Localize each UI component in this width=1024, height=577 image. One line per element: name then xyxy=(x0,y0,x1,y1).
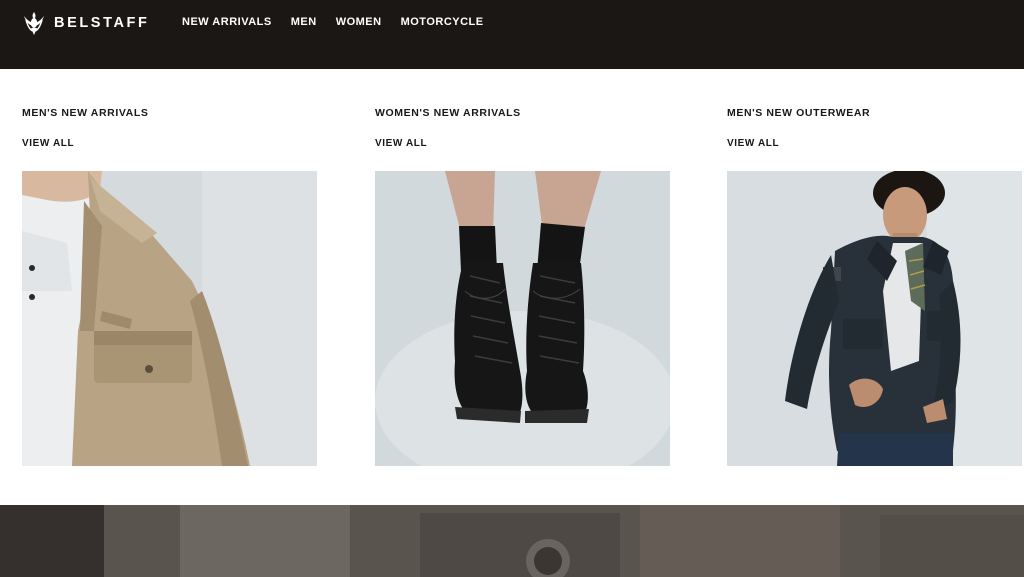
men-overshirt-photo[interactable] xyxy=(22,171,317,466)
nav-motorcycle[interactable]: MOTORCYCLE xyxy=(401,15,484,29)
hero-banner-image xyxy=(0,505,1024,577)
new-arrivals-mega-menu: MEN'S NEW ARRIVALS VIEW ALL WOMEN'S NEW … xyxy=(0,69,1024,505)
column-title: MEN'S NEW OUTERWEAR xyxy=(727,107,871,119)
nav-new-arrivals[interactable]: NEW ARRIVALS xyxy=(182,15,272,29)
brand-name: BELSTAFF xyxy=(54,15,150,31)
view-all-link[interactable]: VIEW ALL xyxy=(727,138,779,149)
column-title: MEN'S NEW ARRIVALS xyxy=(22,107,149,119)
men-jacket-photo[interactable] xyxy=(727,171,1022,466)
main-nav: NEW ARRIVALS MEN WOMEN MOTORCYCLE xyxy=(182,15,503,29)
nav-women[interactable]: WOMEN xyxy=(336,15,382,29)
women-boots-photo[interactable] xyxy=(375,171,670,466)
view-all-link[interactable]: VIEW ALL xyxy=(375,138,427,149)
top-navigation-bar: BELSTAFF NEW ARRIVALS MEN WOMEN MOTORCYC… xyxy=(0,0,1024,69)
view-all-link[interactable]: VIEW ALL xyxy=(22,138,74,149)
column-title: WOMEN'S NEW ARRIVALS xyxy=(375,107,521,119)
nav-men[interactable]: MEN xyxy=(291,15,317,29)
brand-logo[interactable]: BELSTAFF xyxy=(22,10,149,36)
phoenix-icon xyxy=(22,10,46,36)
